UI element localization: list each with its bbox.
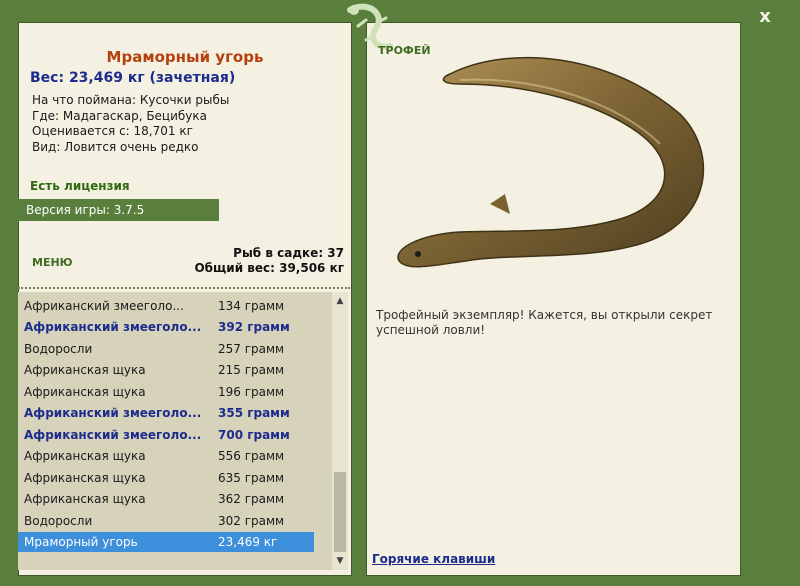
valued-info: Оценивается с: 18,701 кг (32, 124, 193, 138)
fish-title: Мраморный угорь (106, 48, 264, 66)
list-item-name: Африканский змееголо... (24, 320, 202, 334)
scroll-thumb[interactable] (334, 472, 346, 552)
list-item[interactable]: Африканский змееголо... 134 грамм (18, 296, 314, 316)
list-item-weight: 134 грамм (218, 299, 285, 313)
list-item[interactable]: Африканская щука 196 грамм (18, 382, 314, 402)
list-item[interactable]: Африканская щука 362 грамм (18, 489, 314, 509)
eel-image (397, 56, 705, 268)
list-item[interactable]: Водоросли 257 грамм (18, 339, 314, 359)
list-item-name: Африканская щука (24, 385, 146, 399)
menu-button[interactable]: МЕНЮ (32, 256, 73, 269)
list-item-name: Африканская щука (24, 492, 146, 506)
list-item[interactable]: Африканский змееголо... 700 грамм (18, 425, 314, 445)
list-item[interactable]: Африканский змееголо... 355 грамм (18, 403, 314, 423)
list-item-weight: 556 грамм (218, 449, 285, 463)
list-item-name: Африканский змееголо... (24, 406, 202, 420)
list-item[interactable]: Африканская щука 215 грамм (18, 360, 314, 380)
list-item-weight: 635 грамм (218, 471, 285, 485)
list-item[interactable]: Водоросли 302 грамм (18, 511, 314, 531)
bait-info: На что поймана: Кусочки рыбы (32, 93, 230, 107)
list-item-weight: 392 грамм (218, 320, 290, 334)
list-item-name: Водоросли (24, 514, 93, 528)
list-item-weight: 700 грамм (218, 428, 290, 442)
list-item-weight: 302 грамм (218, 514, 285, 528)
list-item-name: Африканская щука (24, 363, 146, 377)
game-version: Версия игры: 3.7.5 (18, 199, 219, 221)
list-item-name: Африканская щука (24, 449, 146, 463)
list-item-weight: 257 грамм (218, 342, 285, 356)
list-item-weight: 215 грамм (218, 363, 285, 377)
scroll-up-arrow-icon[interactable]: ▲ (332, 294, 348, 308)
close-button[interactable]: x (754, 6, 776, 28)
total-weight: Общий вес: 39,506 кг (194, 261, 344, 275)
list-item[interactable]: Африканская щука 635 грамм (18, 468, 314, 488)
divider (18, 287, 350, 289)
trophy-description: Трофейный экземпляр! Кажется, вы открыли… (376, 308, 713, 337)
list-item[interactable]: Африканская щука 556 грамм (18, 446, 314, 466)
list-item-name: Африканская щука (24, 471, 146, 485)
list-item-name: Африканский змееголо... (24, 299, 184, 313)
list-item-selected[interactable]: Мраморный угорь 23,469 кг (18, 532, 314, 552)
list-item-name: Африканский змееголо... (24, 428, 202, 442)
rarity-info: Вид: Ловится очень редко (32, 140, 199, 154)
list-item-name: Водоросли (24, 342, 93, 356)
list-item-weight: 362 грамм (218, 492, 285, 506)
license-status: Есть лицензия (30, 179, 130, 193)
hotkeys-link[interactable]: Горячие клавиши (372, 552, 495, 566)
scroll-down-arrow-icon[interactable]: ▼ (332, 554, 348, 568)
list-item[interactable]: Африканский змееголо... 392 грамм (18, 317, 314, 337)
fish-weight: Вес: 23,469 кг (зачетная) (30, 70, 236, 86)
fish-count: Рыб в садке: 37 (233, 246, 344, 260)
list-item-weight: 23,469 кг (218, 535, 278, 549)
location-info: Где: Мадагаскар, Бецибука (32, 109, 208, 123)
list-item-name: Мраморный угорь (24, 535, 138, 549)
list-item-weight: 355 грамм (218, 406, 290, 420)
list-scrollbar[interactable]: ▲ ▼ (332, 292, 348, 570)
list-item-weight: 196 грамм (218, 385, 285, 399)
